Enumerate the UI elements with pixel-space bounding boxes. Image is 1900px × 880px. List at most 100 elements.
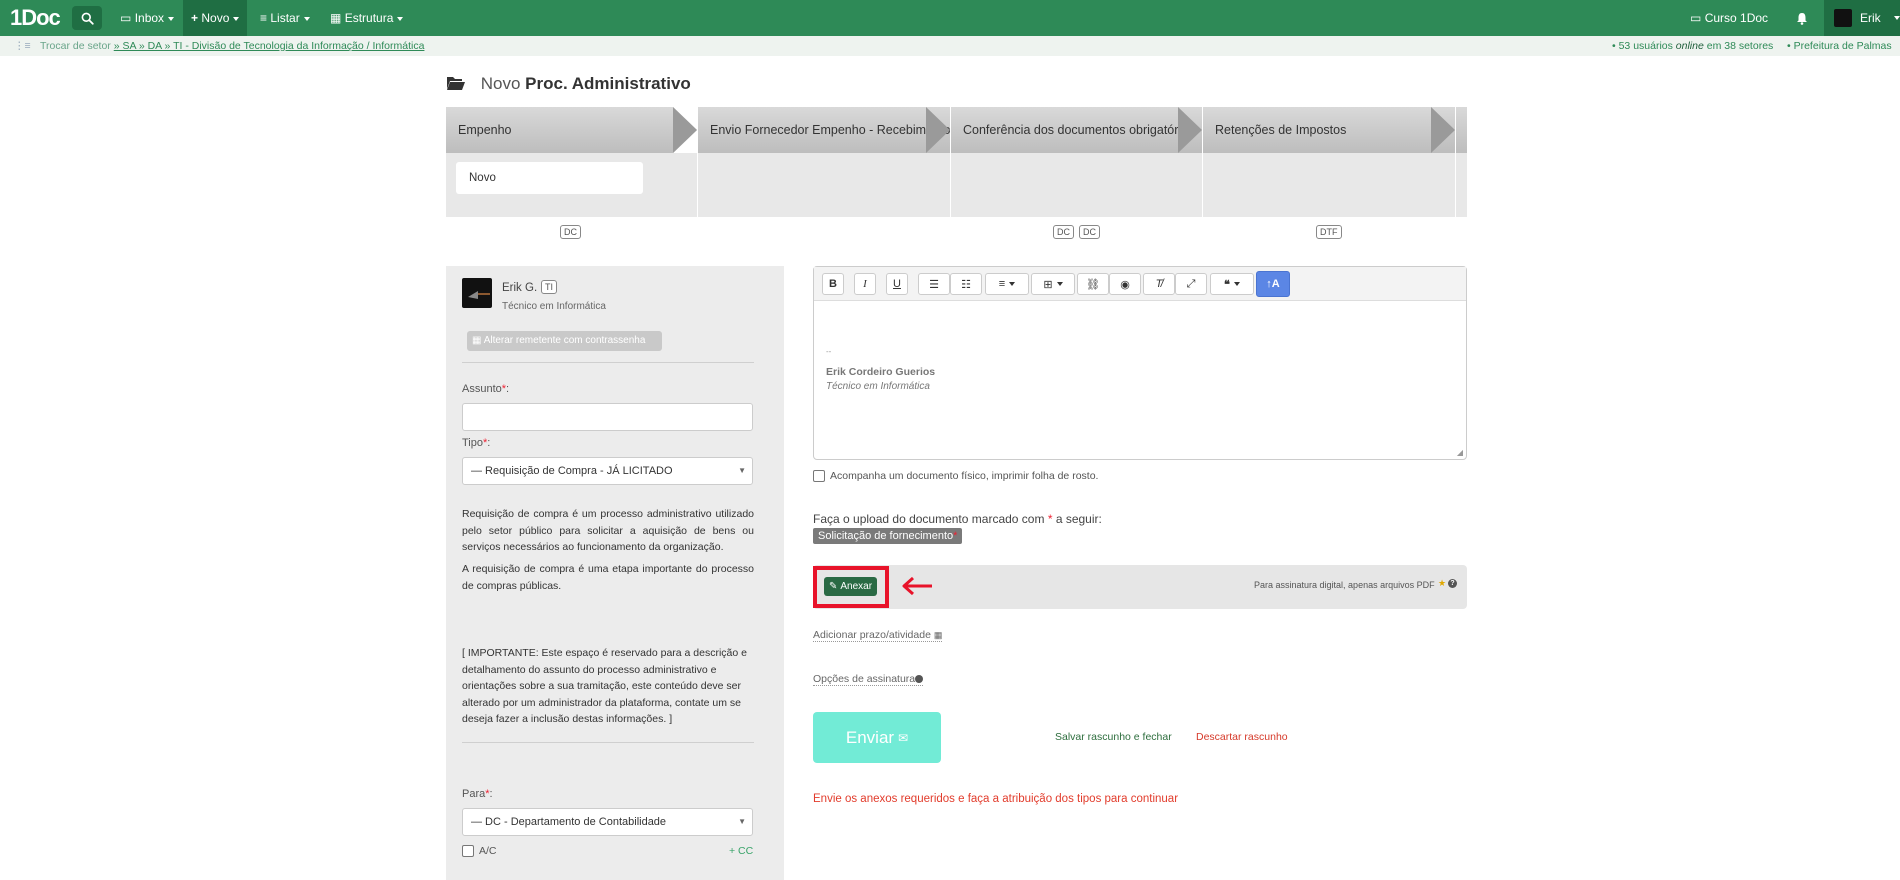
chevron-down-icon [1009,282,1016,286]
send-button-label: Enviar [845,727,895,747]
online-users[interactable]: • 53 usuários online em 38 setores [1612,36,1773,56]
link-icon: ⛓ [1086,278,1100,291]
add-deadline-link[interactable]: Adicionar prazo/atividade ▦ [813,629,943,642]
nav-inbox-label: Inbox [134,11,165,25]
chevron-down-icon [1233,282,1240,286]
laptop-icon: ▭ [1690,11,1702,25]
eye-icon: ◉ [1120,278,1130,291]
sector-tag: DC [1053,225,1074,239]
info-icon [915,675,924,684]
para-select[interactable]: — DC - Departamento de Contabilidade ▼ [462,808,753,836]
step-arrow-icon [926,107,950,153]
online-suffix: em 38 setores [1703,40,1774,52]
ac-label: A/C [479,845,497,857]
table-button[interactable]: ⊞ [1031,273,1075,295]
signature-options-link[interactable]: Opções de assinatura [813,673,924,686]
fullscreen-button[interactable]: ⤢ [1175,273,1207,295]
notifications-button[interactable] [1788,0,1816,36]
page-title: Novo Proc. Administrativo [446,74,691,94]
help-icon[interactable]: ? [1448,579,1457,588]
avatar [1834,9,1852,27]
building-icon: ▦ [330,11,342,25]
org-link[interactable]: • Prefeitura de Palmas [1787,36,1892,56]
physical-document-label: Acompanha um documento físico, imprimir … [830,470,1099,482]
discard-draft-link[interactable]: Descartar rascunho [1196,731,1288,743]
step-arrow-icon [673,107,697,153]
user-menu[interactable]: Erik [1824,0,1900,36]
preview-button[interactable]: ◉ [1109,273,1141,295]
breadcrumb[interactable]: » SA » DA » TI - Divisão de Tecnologia d… [114,40,425,52]
workflow-col-3 [951,153,1202,217]
add-cc-link[interactable]: + CC [729,845,753,857]
nav-inbox[interactable]: ▭ Inbox [112,0,182,36]
tipo-select[interactable]: — Requisição de Compra - JÁ LICITADO ▼ [462,457,753,485]
change-sender-button[interactable]: ▦ Alterar remetente com contrassenha [467,331,662,351]
bullet-list-icon: ☰ [929,278,939,291]
required-document-chip: Solicitação de fornecimento* [813,528,963,544]
inbox-icon: ▭ [120,11,132,25]
top-navbar: 1Doc ▭ Inbox + Novo ≡ Listar ▦ Estrutura… [0,0,1900,36]
nav-course[interactable]: ▭ Curso 1Doc [1682,0,1776,36]
chevron-down-icon [1894,16,1900,20]
change-sector-link[interactable]: Trocar de setor [40,40,111,52]
online-prefix: • 53 usuários [1612,40,1676,52]
numbered-list-icon: ☷ [961,278,971,291]
clear-format-button[interactable]: T̸ [1143,273,1175,295]
step-label: Conferência dos documentos obrigatórios [963,123,1195,137]
envelope-icon: ✉ [898,730,909,745]
sender-name: Erik G. [502,282,538,294]
numbered-list-button[interactable]: ☷ [950,273,982,295]
app-logo[interactable]: 1Doc [10,5,61,31]
quote-button[interactable]: ❝ [1210,273,1254,295]
ac-checkbox[interactable]: A/C [462,845,497,858]
workflow-step-retencoes[interactable]: Retenções de Impostos [1203,107,1455,153]
assunto-input[interactable] [462,403,753,431]
para-label: Para*: [462,788,493,800]
save-draft-link[interactable]: Salvar rascunho e fechar [1055,731,1172,743]
italic-button[interactable]: I [854,273,876,295]
nav-estrutura[interactable]: ▦ Estrutura [322,0,411,36]
workflow-step-envio[interactable]: Envio Fornecedor Empenho - Recebimento [698,107,950,153]
font-size-button[interactable]: ↑A [1256,271,1290,297]
sector-tag: DC [560,225,581,239]
link-button[interactable]: ⛓ [1077,273,1109,295]
workflow-step-more[interactable] [1456,107,1467,153]
align-button[interactable]: ≡ [985,273,1029,295]
tipo-label: Tipo*: [462,437,491,449]
workflow-card-current[interactable]: Novo [456,162,643,194]
workflow-col-1: Novo [446,153,697,217]
workflow-step-conferencia[interactable]: Conferência dos documentos obrigatórios [951,107,1202,153]
link-group: ⛓ ◉ [1077,273,1141,295]
title-prefix: Novo [480,74,521,93]
align-left-icon: ≡ [998,278,1006,290]
workflow-col-2 [698,153,950,217]
editor-content[interactable]: -- Erik Cordeiro Guerios Técnico em Info… [814,301,1466,459]
bold-button[interactable]: B [822,273,844,295]
step-label: Empenho [458,123,512,137]
pdf-only-note: Para assinatura digital, apenas arquivos… [1254,580,1435,590]
send-button[interactable]: Enviar ✉ [813,712,941,763]
sector-tree-icon: ⋮≡ [14,40,31,52]
chevron-down-icon [397,16,404,21]
resize-handle-icon[interactable]: ◢ [1457,448,1463,457]
workflow-col-4 [1203,153,1455,217]
change-sender-label: Alterar remetente com contrassenha [483,335,646,346]
card-label: Novo [469,172,496,184]
validation-error: Envie os anexos requeridos e faça a atri… [813,793,1179,805]
signature-options-label: Opções de assinatura [813,673,916,685]
nav-novo[interactable]: + Novo [183,0,248,36]
signature-name: Erik Cordeiro Guerios [826,366,936,378]
required-document-label: Solicitação de fornecimento [818,530,954,542]
underline-button[interactable]: U [886,273,908,295]
bullet-list-button[interactable]: ☰ [918,273,950,295]
workflow-step-empenho[interactable]: Empenho [446,107,697,153]
search-button[interactable] [72,6,102,30]
format-group: T̸ ⤢ [1143,273,1207,295]
nav-listar[interactable]: ≡ Listar [252,0,318,36]
chevron-down-icon [1056,282,1063,286]
bold-icon: B [829,278,837,290]
physical-document-checkbox[interactable]: Acompanha um documento físico, imprimir … [813,470,1099,483]
para-select-value: — DC - Departamento de Contabilidade [471,816,667,828]
expand-icon: ⤢ [1186,277,1196,290]
workflow-col-5 [1456,153,1467,217]
